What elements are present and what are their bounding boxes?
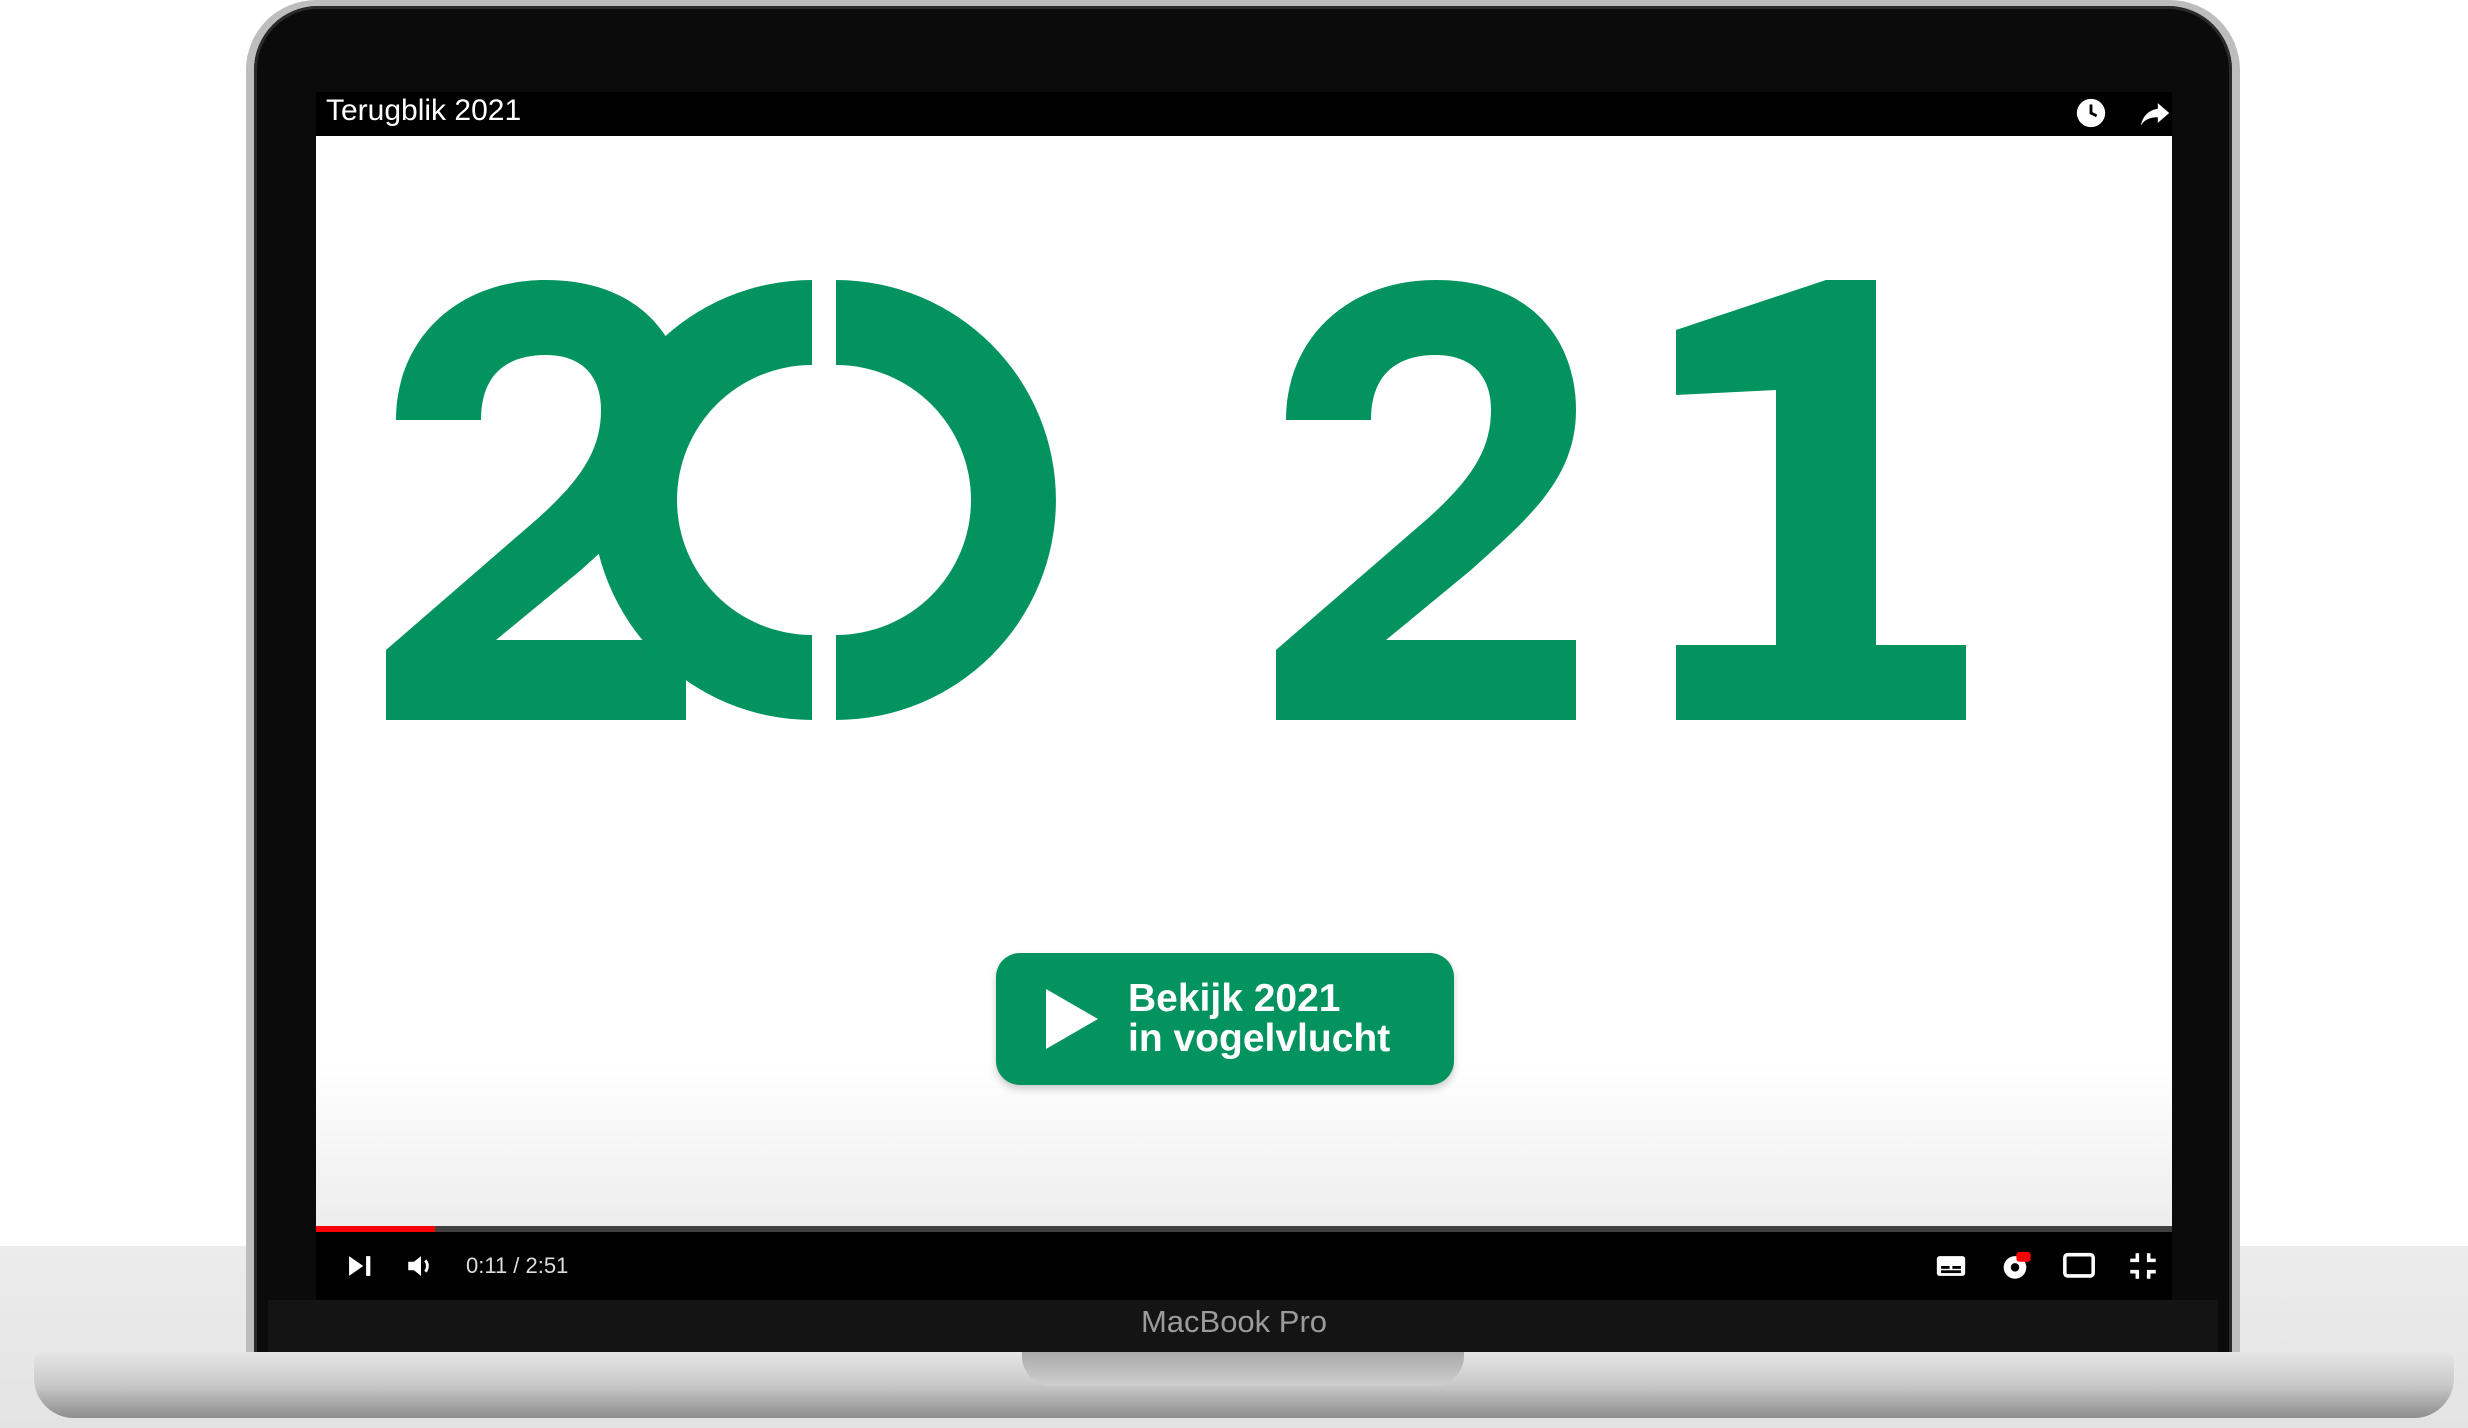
watch-year-button[interactable]: Bekijk 2021 in vogelvlucht (996, 953, 1454, 1085)
volume-icon[interactable] (404, 1249, 438, 1283)
cta-label: Bekijk 2021 in vogelvlucht (1128, 979, 1390, 1059)
share-icon[interactable] (2138, 96, 2172, 130)
skip-next-icon[interactable] (342, 1249, 376, 1283)
cta-label-line-2: in vogelvlucht (1128, 1017, 1391, 1060)
laptop-notch (1022, 1352, 1464, 1386)
clock-icon[interactable] (2074, 96, 2108, 130)
subtitles-icon[interactable] (1934, 1249, 1968, 1283)
video-player[interactable]: Terugblik 2021 Bekijk 2021 in vogelvluch… (316, 92, 2172, 1300)
year-2021-graphic (386, 280, 1966, 720)
video-frame[interactable]: Bekijk 2021 in vogelvlucht (316, 136, 2172, 1226)
settings-icon[interactable] (1998, 1249, 2032, 1283)
video-title[interactable]: Terugblik 2021 (326, 94, 521, 128)
exit-fullscreen-icon[interactable] (2126, 1249, 2160, 1283)
play-icon (1046, 989, 1098, 1049)
player-title-bar: Terugblik 2021 (316, 92, 2172, 136)
cast-icon[interactable] (2062, 1249, 2096, 1283)
time-display: 0:11 / 2:51 (466, 1253, 569, 1278)
cta-label-line-1: Bekijk 2021 (1128, 977, 1341, 1020)
device-brand-label: MacBook Pro (1140, 1304, 1328, 1339)
player-controls: 0:11 / 2:51 (316, 1232, 2172, 1300)
